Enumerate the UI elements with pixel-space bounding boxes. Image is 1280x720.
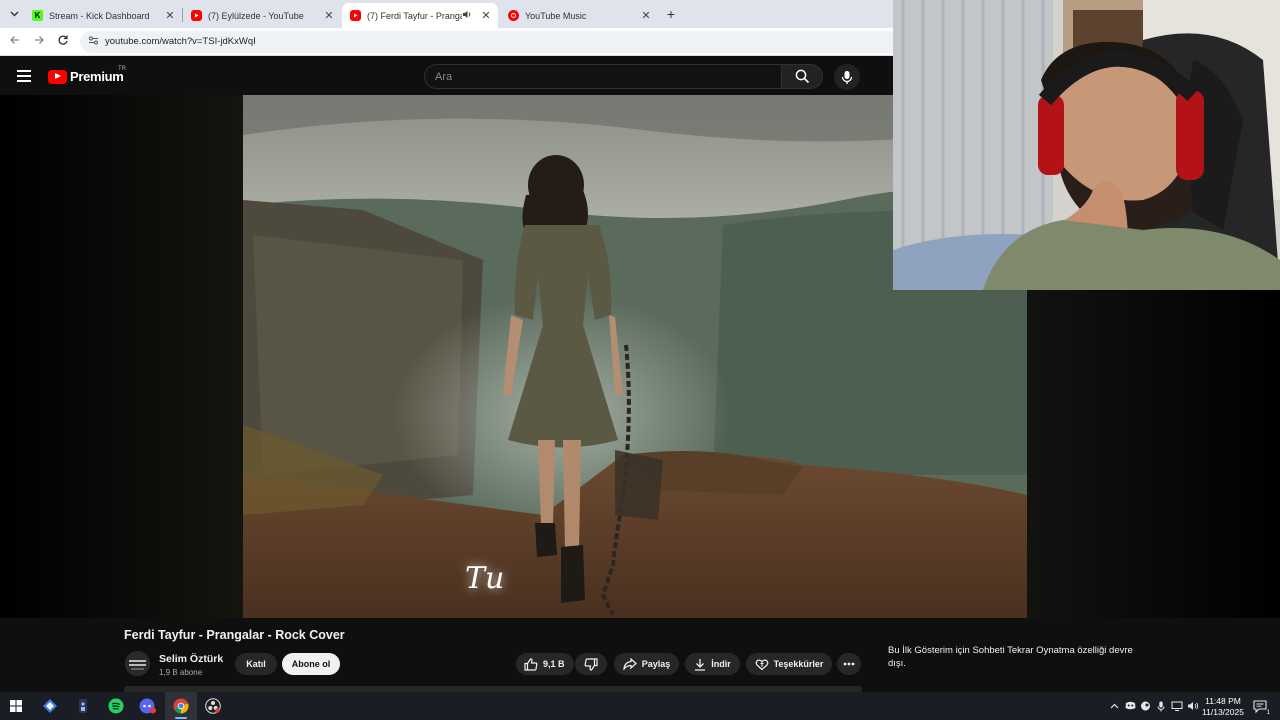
new-tab-button[interactable]: + — [664, 5, 678, 23]
join-button[interactable]: Katıl — [235, 653, 277, 675]
arrow-left-icon — [10, 36, 19, 44]
clock-date: 11/13/2025 — [1202, 707, 1244, 717]
reload-button[interactable] — [55, 34, 71, 50]
arrow-right-icon — [35, 36, 44, 44]
close-icon[interactable]: ✕ — [640, 9, 652, 22]
share-button[interactable]: Paylaş — [614, 653, 679, 675]
tab-title: Stream - Kick Dashboard — [49, 10, 150, 21]
notification-count: 1 — [1266, 710, 1270, 716]
app-launcher-icon[interactable] — [40, 696, 60, 716]
voice-search-button[interactable] — [834, 64, 860, 90]
system-clock[interactable]: 11:48 PM 11/13/2025 — [1198, 696, 1248, 718]
close-icon[interactable]: ✕ — [323, 9, 335, 22]
download-icon — [695, 658, 706, 671]
like-count: 9,1 B — [543, 659, 565, 669]
thumbs-up-icon — [524, 657, 538, 671]
kick-icon: K — [32, 10, 43, 21]
discord-tray-icon[interactable] — [1124, 701, 1136, 711]
microphone-tray-icon[interactable] — [1155, 701, 1167, 712]
close-icon[interactable]: ✕ — [480, 9, 492, 22]
youtube-icon — [191, 10, 202, 21]
channel-name[interactable]: Selim Öztürk — [159, 653, 223, 665]
clock-time: 11:48 PM — [1205, 696, 1241, 706]
chat-replay-disabled-note: Bu İlk Gösterim için Sohbeti Tekrar Oyna… — [888, 645, 1133, 669]
tab-youtube-music[interactable]: YouTube Music ✕ — [500, 3, 658, 28]
youtube-play-icon — [48, 69, 67, 84]
chevron-down-icon — [10, 11, 18, 17]
search-placeholder: Ara — [435, 71, 453, 83]
video-overlay-text: Tu — [465, 561, 505, 596]
subscribe-button[interactable]: Abone ol — [282, 653, 340, 675]
ambient-left — [0, 95, 243, 618]
steam-tray-icon[interactable] — [1139, 701, 1151, 711]
channel-avatar[interactable] — [125, 651, 150, 676]
youtube-music-icon — [508, 10, 519, 21]
spotify-icon[interactable] — [106, 696, 126, 716]
thanks-button[interactable]: Teşekkürler — [746, 653, 832, 675]
tab-title: (7) Ferdi Tayfur - Prangalar — [367, 10, 462, 21]
search-button[interactable] — [781, 64, 823, 89]
download-label: İndir — [711, 659, 731, 669]
download-button[interactable]: İndir — [685, 653, 740, 675]
country-code: TR — [118, 66, 126, 72]
more-actions-button[interactable] — [837, 653, 861, 675]
search-input[interactable]: Ara — [424, 64, 782, 89]
like-button[interactable]: 9,1 B — [516, 653, 574, 675]
site-settings-icon[interactable] — [86, 35, 100, 49]
stream-app-icon[interactable] — [73, 696, 93, 716]
share-icon — [623, 658, 637, 670]
speaker-icon[interactable] — [462, 10, 472, 21]
menu-icon[interactable] — [17, 70, 31, 82]
youtube-header: Premium TR Ara — [0, 57, 893, 95]
chrome-icon[interactable] — [171, 696, 191, 716]
youtube-premium-logo[interactable]: Premium TR — [48, 66, 126, 84]
webcam-overlay — [893, 0, 1280, 290]
super-thanks-icon — [755, 659, 768, 671]
tab-kick-dashboard[interactable]: K Stream - Kick Dashboard ✕ — [24, 3, 182, 28]
reload-icon — [58, 35, 68, 45]
notification-icon — [1253, 699, 1267, 713]
thanks-label: Teşekkürler — [773, 659, 824, 669]
more-horizontal-icon — [843, 662, 855, 666]
obs-icon[interactable] — [203, 696, 223, 716]
forward-button[interactable] — [31, 34, 47, 50]
chevron-up-icon[interactable] — [1108, 701, 1120, 711]
network-icon[interactable] — [1171, 701, 1183, 711]
tab-eylulzede[interactable]: (7) Eylülzede - YouTube ✕ — [183, 3, 341, 28]
notification-center-button[interactable]: 1 — [1250, 696, 1270, 716]
dislike-button[interactable] — [575, 653, 607, 675]
share-label: Paylaş — [641, 659, 671, 669]
screen: K Stream - Kick Dashboard ✕ (7) Eylülzed… — [0, 0, 1280, 720]
close-icon[interactable]: ✕ — [164, 9, 176, 22]
video-title: Ferdi Tayfur - Prangalar - Rock Cover — [124, 628, 345, 642]
tab-title: (7) Eylülzede - YouTube — [208, 10, 304, 21]
youtube-icon — [350, 10, 361, 21]
back-button[interactable] — [7, 34, 23, 50]
url-text: youtube.com/watch?v=TSI-jdKxWqI — [105, 36, 256, 47]
thumbs-down-icon — [584, 657, 598, 671]
webcam-image — [893, 0, 1280, 290]
address-bar[interactable]: youtube.com/watch?v=TSI-jdKxWqI — [80, 31, 900, 53]
tab-title: YouTube Music — [525, 10, 587, 21]
channel-subscriber-count: 1,9 B abone — [159, 668, 203, 677]
tab-search-button[interactable] — [4, 4, 24, 24]
microphone-icon — [841, 70, 853, 84]
tab-ferdi-tayfur[interactable]: (7) Ferdi Tayfur - Prangalar ✕ — [342, 3, 498, 28]
video-info: Ferdi Tayfur - Prangalar - Rock Cover Se… — [0, 618, 1280, 690]
taskbar: 11:48 PM 11/13/2025 1 — [0, 692, 1280, 720]
windows-start-icon[interactable] — [6, 696, 26, 716]
search-icon — [795, 69, 809, 84]
discord-icon[interactable] — [138, 696, 158, 716]
logo-word: Premium — [70, 69, 124, 84]
